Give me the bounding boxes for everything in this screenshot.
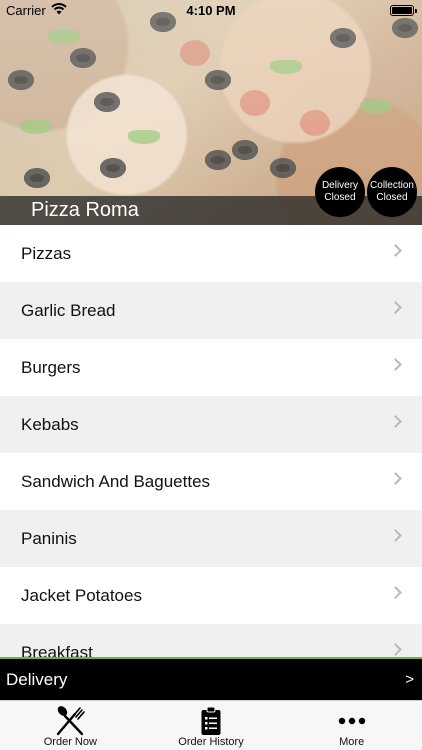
menu-item-paninis[interactable]: Paninis xyxy=(0,510,422,567)
status-bar: Carrier 4:10 PM xyxy=(0,0,422,22)
chevron-right-icon xyxy=(389,472,402,485)
restaurant-name: Pizza Roma xyxy=(31,199,139,221)
menu-item-label: Garlic Bread xyxy=(21,300,116,320)
menu-category-list[interactable]: Pizzas Garlic Bread Burgers Kebabs Sandw… xyxy=(0,225,422,657)
clipboard-icon xyxy=(200,705,222,737)
delivery-mode-label: Delivery xyxy=(6,669,68,689)
delivery-mode-arrow: > xyxy=(405,671,414,688)
chevron-right-icon xyxy=(389,244,402,257)
menu-item-pizzas[interactable]: Pizzas xyxy=(0,225,422,282)
more-dots-icon xyxy=(338,705,366,737)
menu-item-kebabs[interactable]: Kebabs xyxy=(0,396,422,453)
tab-label: Order History xyxy=(178,736,244,748)
menu-item-breakfast[interactable]: Breakfast xyxy=(0,624,422,657)
menu-item-label: Pizzas xyxy=(21,243,72,263)
chevron-right-icon xyxy=(389,643,402,656)
menu-item-garlic-bread[interactable]: Garlic Bread xyxy=(0,282,422,339)
chevron-right-icon xyxy=(389,586,402,599)
tab-order-now[interactable]: Order Now xyxy=(0,701,141,750)
menu-item-sandwich-and-baguettes[interactable]: Sandwich And Baguettes xyxy=(0,453,422,510)
tab-bar: Order Now Order History More xyxy=(0,700,422,750)
tab-label: Order Now xyxy=(43,736,97,748)
tab-order-history[interactable]: Order History xyxy=(141,701,282,750)
menu-item-label: Jacket Potatoes xyxy=(21,585,142,605)
delivery-status-line2: Closed xyxy=(324,192,356,203)
battery-icon xyxy=(390,5,417,16)
collection-status-line1: Collection xyxy=(370,180,414,191)
menu-item-burgers[interactable]: Burgers xyxy=(0,339,422,396)
fork-knife-icon xyxy=(53,705,87,737)
delivery-mode-bar[interactable]: Delivery > xyxy=(0,657,422,700)
chevron-right-icon xyxy=(389,301,402,314)
menu-item-label: Sandwich And Baguettes xyxy=(21,471,211,491)
collection-status-line2: Closed xyxy=(376,192,408,203)
tab-label: More xyxy=(339,736,365,748)
status-time: 4:10 PM xyxy=(186,3,236,18)
menu-item-jacket-potatoes[interactable]: Jacket Potatoes xyxy=(0,567,422,624)
collection-status-badge: Collection Closed xyxy=(367,167,417,217)
chevron-right-icon xyxy=(389,415,402,428)
delivery-status-badge: Delivery Closed xyxy=(315,167,365,217)
menu-item-label: Paninis xyxy=(21,528,77,548)
menu-item-label: Breakfast xyxy=(21,642,93,658)
chevron-right-icon xyxy=(389,358,402,371)
delivery-status-line1: Delivery xyxy=(321,180,359,191)
menu-item-label: Kebabs xyxy=(21,414,79,434)
tab-more[interactable]: More xyxy=(281,701,422,750)
chevron-right-icon xyxy=(389,529,402,542)
menu-item-label: Burgers xyxy=(21,357,81,377)
